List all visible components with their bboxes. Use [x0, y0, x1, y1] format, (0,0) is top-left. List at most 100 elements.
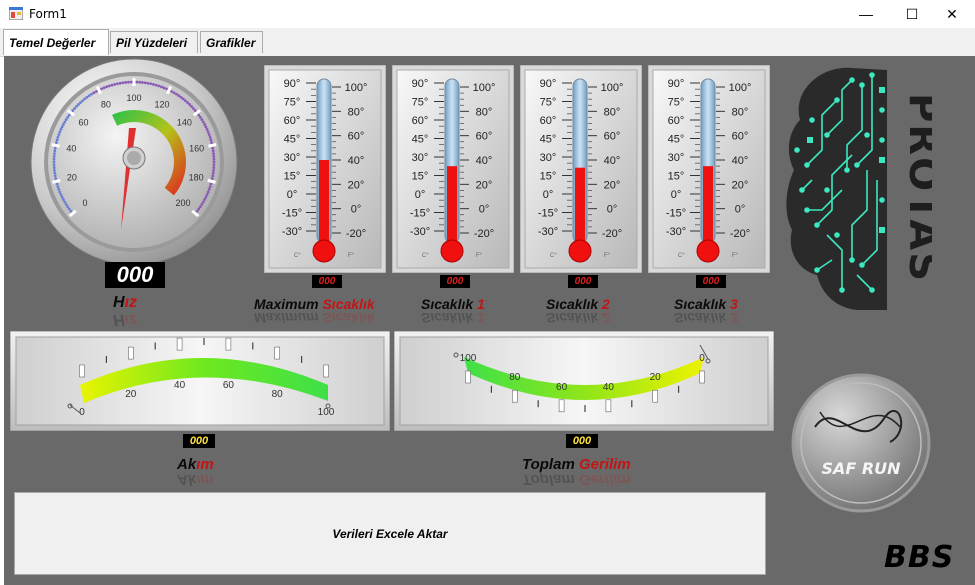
- speed-label-reflection: Hız: [113, 311, 138, 328]
- fahrenheit-tick-label: 40°: [348, 155, 365, 167]
- thermometer-label-reflection: Sıcaklık 3: [674, 310, 738, 326]
- gauge-tick-label: 60: [556, 382, 568, 393]
- celsius-tick-label: 0°: [415, 189, 426, 201]
- celsius-tick-label: 45°: [412, 134, 429, 146]
- major-tick: [465, 370, 471, 384]
- fahrenheit-tick-label: 100°: [345, 82, 368, 94]
- svg-text:C°: C°: [550, 253, 557, 259]
- speed-tick-label: 120: [155, 99, 170, 109]
- celsius-tick-label: 0°: [671, 189, 682, 201]
- celsius-tick-label: -15°: [282, 208, 302, 220]
- speed-tick-label: 60: [79, 118, 89, 128]
- tab-pil-yuzdeleri[interactable]: Pil Yüzdeleri: [110, 31, 198, 53]
- svg-text:F°: F°: [348, 253, 355, 259]
- celsius-tick-label: 15°: [540, 171, 557, 183]
- fahrenheit-tick-label: 0°: [479, 204, 490, 216]
- celsius-tick-label: 45°: [668, 134, 685, 146]
- voltage-display: 000: [566, 434, 598, 448]
- window-title: Form1: [29, 7, 67, 21]
- speed-tick: [208, 143, 217, 148]
- major-tick: [274, 346, 281, 360]
- export-excel-button[interactable]: Verileri Excele Aktar: [14, 492, 766, 575]
- svg-text:C°: C°: [678, 253, 685, 259]
- fahrenheit-tick-label: 80°: [604, 106, 621, 118]
- celsius-tick-label: 60°: [668, 115, 685, 127]
- fahrenheit-tick-label: 100°: [729, 82, 752, 94]
- celsius-tick-label: -15°: [538, 208, 558, 220]
- tab-temel-degerler[interactable]: Temel Değerler: [3, 29, 109, 55]
- fahrenheit-tick-label: -20°: [730, 228, 750, 240]
- thermometer-fill: [703, 166, 713, 249]
- speed-tick-label: 80: [101, 99, 111, 109]
- major-tick: [176, 337, 183, 351]
- fahrenheit-tick-label: 0°: [735, 204, 746, 216]
- celsius-tick-label: 75°: [540, 97, 557, 109]
- celsius-tick-label: -30°: [282, 226, 302, 238]
- thermometer-display: 000: [440, 275, 470, 288]
- speed-tick: [207, 178, 216, 184]
- major-tick: [605, 399, 612, 413]
- celsius-tick-label: -15°: [410, 208, 430, 220]
- celsius-tick-label: 0°: [287, 189, 298, 201]
- svg-text:C°: C°: [294, 253, 301, 259]
- thermometer-display: 000: [568, 275, 598, 288]
- fahrenheit-tick-label: 100°: [473, 82, 496, 94]
- svg-text:F°: F°: [604, 253, 611, 259]
- celsius-tick-label: 30°: [668, 152, 685, 164]
- gauge-tick-label: 40: [603, 382, 615, 393]
- current-gauge: 02040 6080100: [10, 331, 390, 431]
- speed-display: 000: [105, 262, 165, 288]
- fahrenheit-tick-label: -20°: [474, 228, 494, 240]
- thermometer-fill: [447, 166, 457, 249]
- celsius-tick-label: 60°: [540, 115, 557, 127]
- speed-tick-label: 140: [177, 118, 192, 128]
- fahrenheit-tick-label: 60°: [476, 131, 493, 143]
- maximize-icon: ☐: [905, 5, 919, 22]
- celsius-tick-label: -30°: [666, 226, 686, 238]
- close-button[interactable]: ✕: [929, 0, 975, 28]
- celsius-tick-label: 15°: [284, 171, 301, 183]
- major-tick: [323, 364, 329, 378]
- celsius-tick-label: 90°: [412, 78, 429, 90]
- speed-tick: [52, 178, 61, 184]
- thermometer-label-reflection: Sıcaklık 2: [546, 310, 610, 326]
- fahrenheit-tick-label: -20°: [602, 228, 622, 240]
- bbs-logo: BBS: [884, 540, 955, 575]
- major-tick: [652, 389, 659, 403]
- speed-tick: [51, 143, 60, 148]
- thermometer-label-reflection: Maximum Sıcaklık: [254, 310, 375, 326]
- svg-text:C°: C°: [422, 253, 429, 259]
- fahrenheit-tick-label: 40°: [732, 155, 749, 167]
- fahrenheit-tick-label: 60°: [348, 131, 365, 143]
- thermometer-fill: [575, 167, 585, 249]
- celsius-tick-label: 15°: [668, 171, 685, 183]
- major-tick: [225, 337, 232, 351]
- celsius-tick-label: 30°: [412, 152, 429, 164]
- celsius-tick-label: 75°: [668, 97, 685, 109]
- thermometer-3: 90° 75° 60° 45° 30° 15° 0° -15° -30° 100° 80° 60° 40…: [520, 65, 642, 273]
- celsius-tick-label: 30°: [540, 152, 557, 164]
- celsius-tick-label: 45°: [284, 134, 301, 146]
- svg-text:PROTAS: PROTAS: [900, 93, 932, 283]
- fahrenheit-tick-label: -20°: [346, 228, 366, 240]
- major-tick: [512, 389, 518, 403]
- tab-grafikler[interactable]: Grafikler: [200, 31, 263, 53]
- fahrenheit-tick-label: 0°: [351, 204, 362, 216]
- celsius-tick-label: 60°: [412, 115, 429, 127]
- svg-text:F°: F°: [732, 253, 739, 259]
- speed-tick-label: 180: [189, 172, 204, 182]
- fahrenheit-tick-label: 80°: [348, 106, 365, 118]
- current-display: 000: [183, 434, 215, 448]
- celsius-tick-label: 15°: [412, 171, 429, 183]
- tab-strip: Temel Değerler Pil Yüzdeleri Grafikler: [0, 28, 975, 57]
- speed-tick-label: 100: [126, 93, 141, 103]
- minimize-button[interactable]: —: [843, 0, 889, 28]
- title-bar: Form1 — ☐ ✕: [0, 0, 975, 28]
- saferun-logo: SAF RUN: [791, 373, 931, 513]
- fahrenheit-tick-label: 0°: [607, 204, 618, 216]
- speed-tick-label: 160: [189, 144, 204, 154]
- thermometer-label-reflection: Sıcaklık 1: [421, 310, 485, 326]
- protas-logo: PROTAS: [786, 67, 932, 310]
- gauge-tick-label: 60: [223, 380, 235, 391]
- speed-tick-label: 20: [67, 172, 77, 182]
